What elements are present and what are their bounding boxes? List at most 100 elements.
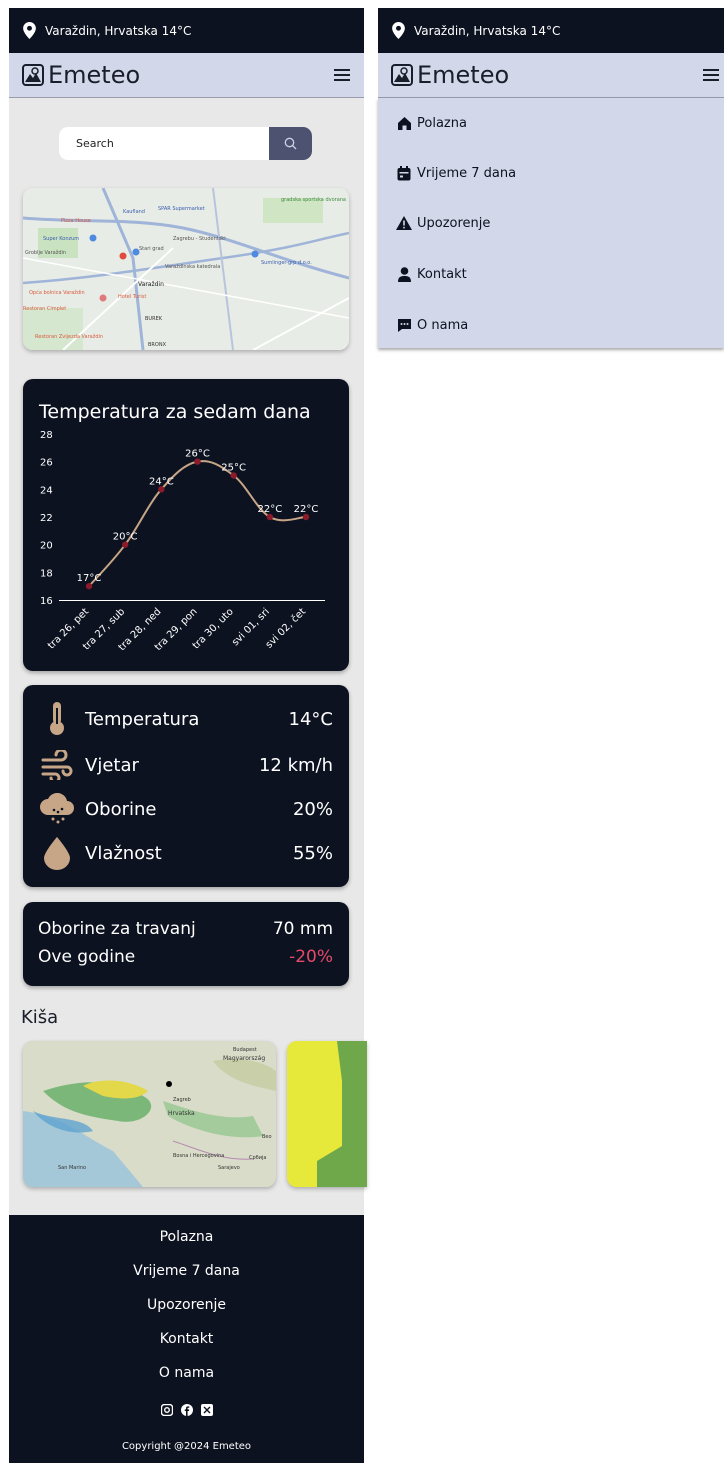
footer-link-kontakt[interactable]: Kontakt [9, 1331, 364, 1347]
brand-logo[interactable]: Emeteo [391, 61, 703, 89]
brand-name: Emeteo [417, 61, 510, 89]
menu-item-label: Vrijeme 7 dana [417, 165, 517, 181]
emeteo-logo-icon [391, 64, 413, 86]
menu-item-polazna[interactable]: Polazna [396, 112, 467, 134]
warning-icon [396, 215, 412, 231]
nav-menu: Polazna Vrijeme 7 dana Upozorenje Kontak… [378, 98, 724, 348]
map-label: Zagrebu - Studentski [173, 236, 226, 242]
social-links [9, 1401, 364, 1417]
radar-label: San Marino [58, 1165, 86, 1171]
stat-humidity: Vlažnost 55% [39, 835, 333, 871]
search-icon [284, 137, 297, 150]
stat-temperature: Temperatura 14°C [39, 701, 333, 737]
app-header: Emeteo [9, 53, 364, 98]
rain-section-heading: Kiša [21, 1007, 59, 1028]
location-text: Varaždin, Hrvatska 14°C [45, 23, 192, 38]
location-pin-icon [392, 22, 405, 39]
search-input[interactable] [59, 127, 269, 160]
map-label: Varaždinska katedrala [165, 263, 220, 270]
rain-month-label: Oborine za travanj [38, 919, 196, 939]
brand-logo[interactable]: Emeteo [22, 61, 334, 89]
footer-link-upozorenje[interactable]: Upozorenje [9, 1297, 364, 1313]
footer-link-polazna[interactable]: Polazna [9, 1229, 364, 1245]
location-pin-icon [23, 22, 36, 39]
menu-toggle-icon[interactable] [703, 69, 719, 81]
y-tick-label: 18 [40, 568, 53, 579]
map-label: Restoran Cimplet [23, 306, 66, 312]
stat-wind: Vjetar 12 km/h [39, 747, 333, 783]
stat-value: 12 km/h [258, 754, 333, 776]
stat-label: Temperatura [85, 708, 200, 730]
y-tick-label: 28 [40, 430, 53, 441]
stat-label: Oborine [85, 798, 157, 820]
map-label: BUREK [145, 316, 163, 322]
droplet-icon [39, 835, 75, 871]
data-label: 22°C [294, 504, 319, 515]
copyright-text: Copyright @2024 Emeteo [121, 1441, 252, 1452]
y-tick-label: 16 [40, 596, 53, 607]
radar-label: Zagreb [173, 1097, 191, 1103]
y-tick-label: 20 [40, 541, 53, 552]
radar-label: Sarajevo [218, 1165, 240, 1171]
stat-precipitation: Oborine 20% [39, 791, 333, 827]
map-label: Opća bolnica Varaždin [29, 289, 85, 296]
radar-label: Magyarország [223, 1055, 265, 1062]
rain-year-value: -20% [289, 947, 333, 967]
map-label: Stari grad [139, 246, 164, 252]
search-button[interactable] [269, 127, 312, 160]
map-label: Sumlinger-grp d.o.o. [261, 260, 312, 266]
menu-item-label: Upozorenje [417, 215, 491, 231]
brand-name: Emeteo [48, 61, 141, 89]
app-header: Emeteo [378, 53, 724, 98]
menu-toggle-icon[interactable] [334, 69, 350, 81]
menu-item-label: O nama [417, 317, 469, 333]
data-label: 26°C [185, 449, 210, 460]
rain-year-label: Ove godine [38, 947, 136, 967]
calendar-icon [396, 165, 412, 181]
menu-item-o-nama[interactable]: O nama [396, 314, 468, 336]
y-tick-label: 26 [40, 458, 53, 469]
warning-map[interactable] [287, 1041, 367, 1187]
x-twitter-icon[interactable] [200, 1401, 213, 1416]
menu-open-screen: Varaždin, Hrvatska 14°C Emeteo Polazna V… [378, 8, 724, 348]
radar-label: Budapest [233, 1047, 257, 1053]
data-label: 20°C [113, 532, 138, 543]
footer-link-o-nama[interactable]: O nama [9, 1365, 364, 1381]
stat-label: Vlažnost [85, 842, 162, 864]
wind-icon [39, 747, 75, 783]
map-label: Hotel Turist [118, 294, 146, 300]
emeteo-logo-icon [22, 64, 44, 86]
footer-link-vrijeme[interactable]: Vrijeme 7 dana [9, 1263, 364, 1279]
home-screen: Varaždin, Hrvatska 14°C Emeteo Search SP… [9, 8, 367, 1463]
stat-label: Vjetar [85, 754, 139, 776]
menu-item-label: Kontakt [417, 266, 467, 282]
map-label: SPAR Supermarket [158, 206, 205, 212]
temperature-line [88, 460, 307, 587]
radar-graphic: Budapest Magyarország Hrvatska Bosna i H… [23, 1041, 276, 1187]
location-map[interactable]: SPAR Supermarket Kaufland Pizza House Su… [23, 188, 349, 350]
stat-value: 14°C [288, 708, 333, 730]
map-label: Varaždin [138, 281, 164, 288]
stat-value: 20% [292, 798, 333, 820]
map-label: Groblje Varaždin [25, 249, 66, 256]
user-icon [396, 266, 412, 282]
map-label: Kaufland [123, 209, 145, 215]
data-label: 25°C [221, 463, 246, 474]
facebook-icon[interactable] [180, 1401, 193, 1416]
footer: Polazna Vrijeme 7 dana Upozorenje Kontak… [9, 1215, 364, 1463]
menu-item-vrijeme[interactable]: Vrijeme 7 dana [396, 162, 516, 184]
monthly-rain-card: Oborine za travanj 70 mm Ove godine -20% [23, 902, 349, 986]
menu-item-kontakt[interactable]: Kontakt [396, 263, 467, 285]
radar-label: Beo [262, 1134, 272, 1140]
instagram-icon[interactable] [160, 1401, 173, 1417]
message-icon [396, 317, 412, 333]
map-label: Restoran Zvijezda Varaždin [35, 333, 103, 340]
map-graphic: SPAR Supermarket Kaufland Pizza House Su… [23, 188, 349, 350]
menu-item-upozorenje[interactable]: Upozorenje [396, 212, 490, 234]
y-tick-label: 22 [40, 513, 53, 524]
thermometer-icon [39, 701, 75, 737]
temperature-chart: 28 26 24 22 20 18 16 17°C 20°C 24°C 26°C 25°C 22°C 22… [40, 430, 325, 653]
map-label: Super Konzum [43, 236, 79, 242]
data-label: 24°C [149, 476, 174, 487]
rain-radar-map[interactable]: Budapest Magyarország Hrvatska Bosna i H… [23, 1041, 276, 1187]
